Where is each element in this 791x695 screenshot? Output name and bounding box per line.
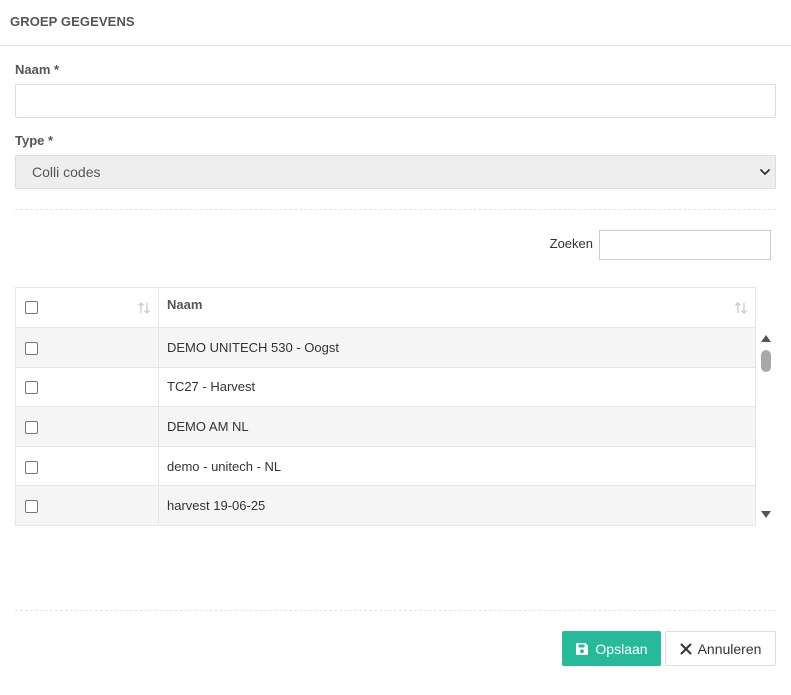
save-button-label: Opslaan <box>595 640 648 657</box>
group-table: Naam DEMO UNITECH 530 - Oogst TC27 - Har… <box>15 287 756 526</box>
table-header-row: Naam <box>15 287 756 328</box>
sort-arrows-icon[interactable] <box>137 301 151 315</box>
form-divider <box>15 209 776 210</box>
table-row[interactable]: DEMO AM NL <box>15 406 756 447</box>
type-select-value: Colli codes <box>32 164 101 180</box>
dialog-title: GROEP GEGEVENS <box>10 14 135 29</box>
floppy-disk-icon <box>576 642 589 655</box>
cancel-button[interactable]: Annuleren <box>665 631 776 666</box>
type-label: Type * <box>15 133 54 148</box>
row-checkbox[interactable] <box>25 460 38 474</box>
close-icon <box>680 643 692 654</box>
row-name: DEMO UNITECH 530 - Oogst <box>158 327 756 368</box>
sort-arrows-icon[interactable] <box>734 301 748 315</box>
scroll-up-arrow-icon[interactable] <box>760 333 772 343</box>
row-name: harvest 19-06-25 <box>158 485 756 526</box>
search-input[interactable] <box>599 230 771 260</box>
dialog-header: GROEP GEGEVENS <box>0 0 791 46</box>
dialog-footer: Opslaan Annuleren <box>15 611 776 681</box>
naam-label: Naam * <box>15 62 60 77</box>
row-name: TC27 - Harvest <box>158 366 756 408</box>
row-name: demo - unitech - NL <box>158 445 756 487</box>
naam-column-header[interactable]: Naam <box>158 287 756 328</box>
row-checkbox[interactable] <box>25 381 38 395</box>
group-form: Naam * Type * Colli codes Zoeken Naam DE… <box>0 62 791 681</box>
scroll-thumb[interactable] <box>761 350 771 372</box>
row-checkbox[interactable] <box>25 421 38 435</box>
table-scrollbar[interactable] <box>756 327 776 526</box>
chevron-down-icon <box>760 169 770 175</box>
type-select[interactable]: Colli codes <box>15 155 776 189</box>
search-label: Zoeken <box>549 236 593 251</box>
cancel-button-label: Annuleren <box>697 640 762 657</box>
scroll-down-arrow-icon[interactable] <box>760 510 772 520</box>
table-row[interactable]: demo - unitech - NL <box>15 445 756 487</box>
table-row[interactable]: TC27 - Harvest <box>15 366 756 408</box>
row-checkbox[interactable] <box>25 500 38 514</box>
row-name: DEMO AM NL <box>158 406 756 447</box>
select-all-checkbox[interactable] <box>25 300 38 314</box>
search-row: Zoeken <box>15 230 776 280</box>
table-row[interactable] <box>15 524 756 526</box>
row-checkbox[interactable] <box>25 341 38 355</box>
naam-column-label: Naam <box>167 297 203 312</box>
save-button[interactable]: Opslaan <box>562 631 661 666</box>
select-all-header[interactable] <box>15 287 159 328</box>
table-row[interactable]: harvest 19-06-25 <box>15 485 756 526</box>
row-name <box>158 524 756 526</box>
table-row[interactable]: DEMO UNITECH 530 - Oogst <box>15 327 756 368</box>
naam-input[interactable] <box>15 84 776 118</box>
group-table-container: Naam DEMO UNITECH 530 - Oogst TC27 - Har… <box>15 287 776 526</box>
